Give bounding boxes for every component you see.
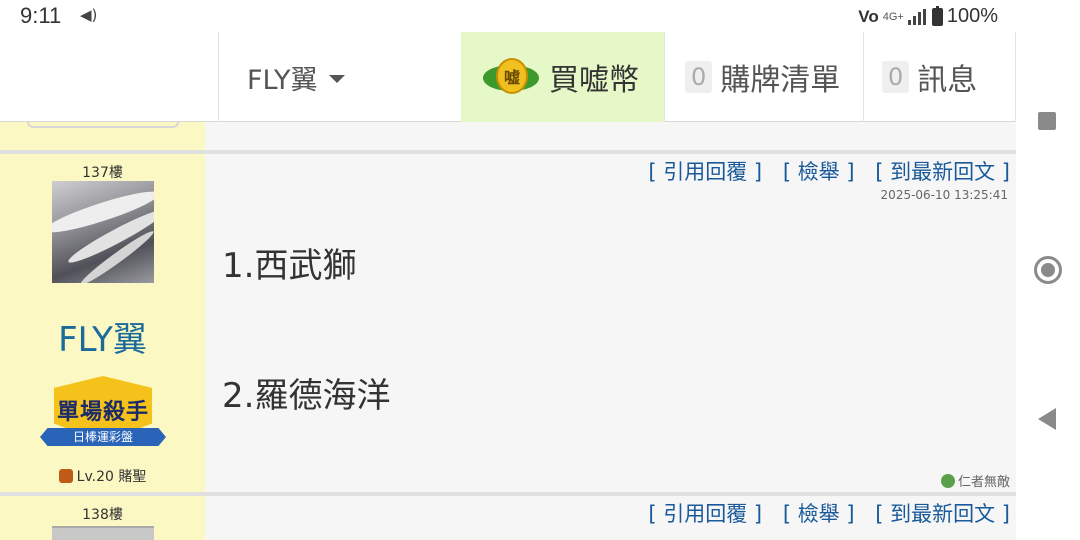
buy-coins-button[interactable]: 嘘 買嘘幣 <box>461 32 664 122</box>
android-nav-bar <box>1016 32 1080 540</box>
post-actions: [ 引用回覆 ] [ 檢舉 ] [ 到最新回文 ] <box>648 156 1010 186</box>
post-text-line: 1.西武獅 <box>222 246 357 286</box>
back-icon[interactable] <box>1038 408 1056 430</box>
purchase-list-button[interactable]: 0 購牌清單 <box>664 32 863 122</box>
floor-number: 138樓 <box>82 507 123 523</box>
status-time: 9:11 <box>20 3 62 28</box>
post-username[interactable]: FLY翼 <box>0 312 205 361</box>
volte-icon: Vo <box>858 6 879 26</box>
badge-title: 單場殺手 <box>56 400 149 425</box>
latest-reply-link[interactable]: [ 到最新回文 ] <box>875 160 1010 184</box>
avatar[interactable] <box>52 181 154 283</box>
post-actions: [ 引用回覆 ] [ 檢舉 ] [ 到最新回文 ] <box>648 498 1010 528</box>
previous-post-tail <box>0 122 1016 150</box>
battery-percent: 100% <box>946 5 998 27</box>
thread-content: 137樓 FLY翼 單場殺手 日棒運彩盤 Lv.20 賭聖 [ 引用回覆 ] [… <box>0 122 1016 540</box>
level-icon <box>58 469 73 483</box>
recents-icon[interactable] <box>1038 112 1056 130</box>
messages-label: 訊息 <box>917 63 978 98</box>
signature-icon <box>940 474 955 488</box>
quote-reply-link[interactable]: [ 引用回覆 ] <box>648 160 762 184</box>
site-header: FLY翼 嘘 買嘘幣 0 購牌清單 0 訊息 <box>0 32 1016 122</box>
post: 138樓 [ 引用回覆 ] [ 檢舉 ] [ 到最新回文 ] <box>0 492 1016 540</box>
achievement-badge: 單場殺手 日棒運彩盤 <box>40 376 166 456</box>
post-signature: 仁者無敵 <box>940 471 1010 490</box>
report-link[interactable]: [ 檢舉 ] <box>783 160 855 184</box>
signal-icon <box>907 8 928 25</box>
caret-down-icon <box>329 75 346 83</box>
coin-icon: 嘘 <box>483 55 539 99</box>
report-link[interactable]: [ 檢舉 ] <box>783 502 855 526</box>
purchase-list-count: 0 <box>685 61 713 93</box>
purchase-list-label: 購牌清單 <box>720 63 841 98</box>
post-timestamp: 2025-06-10 13:25:41 <box>880 188 1008 202</box>
user-level: Lv.20 賭聖 <box>0 466 205 486</box>
network-type: 4G+ <box>882 10 904 23</box>
status-icons: Vo 4G+ 100% <box>858 5 998 28</box>
user-menu-button[interactable]: FLY翼 <box>218 32 461 122</box>
battery-icon <box>931 5 943 26</box>
badge-subtitle: 日棒運彩盤 <box>40 428 166 446</box>
quote-reply-link[interactable]: [ 引用回覆 ] <box>648 502 762 526</box>
post: 137樓 FLY翼 單場殺手 日棒運彩盤 Lv.20 賭聖 [ 引用回覆 ] [… <box>0 150 1016 492</box>
latest-reply-link[interactable]: [ 到最新回文 ] <box>875 502 1010 526</box>
post-text-line: 2.羅德海洋 <box>222 376 391 416</box>
messages-button[interactable]: 0 訊息 <box>863 32 1016 122</box>
header-username: FLY翼 <box>247 64 318 96</box>
floor-number: 137樓 <box>82 165 123 181</box>
home-icon[interactable] <box>1034 256 1062 284</box>
buy-coins-label: 買嘘幣 <box>549 63 639 98</box>
post-author-panel: 138樓 <box>0 496 205 540</box>
avatar[interactable] <box>52 526 154 540</box>
volume-icon: ◀) <box>80 6 98 24</box>
status-bar: 9:11 ◀) Vo 4G+ 100% <box>0 0 1080 32</box>
messages-count: 0 <box>882 61 910 93</box>
post-author-panel: 137樓 FLY翼 單場殺手 日棒運彩盤 Lv.20 賭聖 <box>0 154 205 492</box>
